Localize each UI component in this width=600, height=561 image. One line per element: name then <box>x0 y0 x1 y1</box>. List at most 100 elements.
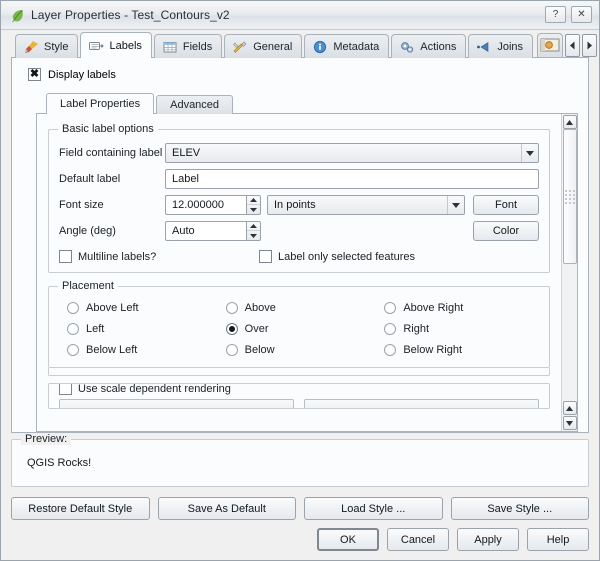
scroll-down-button-upper[interactable] <box>563 401 577 415</box>
angle-value[interactable]: Auto <box>165 221 246 241</box>
radio-button[interactable] <box>226 344 238 356</box>
radio-button[interactable] <box>384 323 396 335</box>
angle-row: Angle (deg) Auto Color <box>59 221 539 241</box>
tab-advanced[interactable]: Advanced <box>156 95 233 114</box>
field-containing-label-combo[interactable]: ELEV <box>165 143 539 163</box>
display-labels-row[interactable]: ✖ Display labels <box>28 68 578 81</box>
color-button[interactable]: Color <box>473 221 539 241</box>
tab-partially-hidden[interactable] <box>537 33 563 57</box>
font-size-spin-buttons[interactable] <box>246 195 261 215</box>
tab-joins[interactable]: Joins <box>468 34 533 58</box>
placement-option-right[interactable]: Right <box>384 323 539 335</box>
gears-icon <box>399 40 415 54</box>
save-style-button[interactable]: Save Style ... <box>451 497 590 520</box>
font-size-units-value: In points <box>274 199 316 211</box>
tab-label-properties[interactable]: Label Properties <box>46 93 154 114</box>
scroll-down-button[interactable] <box>563 416 577 430</box>
tab-metadata[interactable]: Metadata <box>304 34 389 58</box>
vertical-scrollbar[interactable] <box>561 114 577 431</box>
display-labels-checkbox[interactable]: ✖ <box>28 68 41 81</box>
radio-button[interactable] <box>384 302 396 314</box>
tab-actions[interactable]: Actions <box>391 34 466 58</box>
placement-option-below-left[interactable]: Below Left <box>67 344 222 356</box>
placement-option-left[interactable]: Left <box>67 323 222 335</box>
tab-next-button[interactable] <box>582 34 597 57</box>
placement-label: Below Right <box>403 344 462 356</box>
placement-label: Above Right <box>403 302 463 314</box>
title-bar-buttons: ? ✕ <box>545 6 592 23</box>
label-properties-scroll-area: Basic label options Field containing lab… <box>36 114 578 432</box>
tab-fields[interactable]: Fields <box>154 34 222 58</box>
tab-label: Joins <box>497 41 523 53</box>
tab-scroll-controls <box>537 33 597 58</box>
restore-default-style-button[interactable]: Restore Default Style <box>11 497 150 520</box>
placement-option-below[interactable]: Below <box>226 344 381 356</box>
spin-up-icon[interactable] <box>247 196 260 205</box>
default-label-input[interactable]: Label <box>165 169 539 189</box>
radio-button[interactable] <box>226 323 238 335</box>
tab-prev-button[interactable] <box>565 34 580 57</box>
spin-down-icon[interactable] <box>247 205 260 214</box>
close-icon[interactable]: ✕ <box>571 6 592 23</box>
tab-general[interactable]: General <box>224 34 302 58</box>
multiline-labels-row[interactable]: Multiline labels? <box>59 250 259 263</box>
font-button[interactable]: Font <box>473 195 539 215</box>
placement-option-above[interactable]: Above <box>226 302 381 314</box>
field-containing-label-value: ELEV <box>172 147 200 159</box>
tab-style[interactable]: Style <box>15 34 78 58</box>
default-label-row: Default label Label <box>59 169 539 189</box>
angle-stepper[interactable]: Auto <box>165 221 261 241</box>
grip-dots-icon <box>565 190 575 204</box>
tab-label: Metadata <box>333 41 379 53</box>
radio-button[interactable] <box>67 344 79 356</box>
placement-option-below-right[interactable]: Below Right <box>384 344 539 356</box>
apply-button[interactable]: Apply <box>457 528 519 551</box>
tab-labels[interactable]: Labels <box>80 32 151 58</box>
placement-label: Above <box>245 302 276 314</box>
font-size-units-combo[interactable]: In points <box>267 195 465 215</box>
angle-spin-buttons[interactable] <box>246 221 261 241</box>
spin-down-icon[interactable] <box>247 231 260 240</box>
scale-dependent-rendering-row[interactable]: Use scale dependent rendering <box>59 383 231 395</box>
group-legend: Basic label options <box>58 123 158 135</box>
placement-option-above-right[interactable]: Above Right <box>384 302 539 314</box>
label-only-selected-checkbox[interactable] <box>259 250 272 263</box>
scrollbar-track[interactable] <box>563 129 577 401</box>
scrollbar-thumb[interactable] <box>563 129 577 264</box>
help-button[interactable]: Help <box>527 528 589 551</box>
save-as-default-button[interactable]: Save As Default <box>158 497 297 520</box>
placement-option-above-left[interactable]: Above Left <box>67 302 222 314</box>
placement-option-over[interactable]: Over <box>226 323 381 335</box>
radio-button[interactable] <box>226 302 238 314</box>
default-label-caption: Default label <box>59 173 165 185</box>
scale-dependent-rendering-label: Use scale dependent rendering <box>78 383 231 395</box>
font-size-stepper[interactable]: 12.000000 <box>165 195 261 215</box>
placement-label: Right <box>403 323 429 335</box>
inner-tab-bar: Label Properties Advanced <box>22 92 578 114</box>
font-size-value[interactable]: 12.000000 <box>165 195 246 215</box>
radio-button[interactable] <box>67 323 79 335</box>
radio-button[interactable] <box>384 344 396 356</box>
help-titlebar-button[interactable]: ? <box>545 6 566 23</box>
label-only-selected-label: Label only selected features <box>278 251 415 263</box>
group-legend: Placement <box>58 280 118 292</box>
spin-up-icon[interactable] <box>247 222 260 231</box>
label-only-selected-row[interactable]: Label only selected features <box>259 250 415 263</box>
ok-button[interactable]: OK <box>317 528 379 551</box>
scale-dependent-rendering-checkbox[interactable] <box>59 383 72 395</box>
multiline-labels-checkbox[interactable] <box>59 250 72 263</box>
cancel-button[interactable]: Cancel <box>387 528 449 551</box>
scroll-up-button[interactable] <box>563 115 577 129</box>
tab-label: Style <box>44 41 68 53</box>
multiline-labels-label: Multiline labels? <box>78 251 156 263</box>
chevron-down-icon <box>447 196 464 214</box>
preview-legend: Preview: <box>21 433 71 445</box>
preview-group: Preview: QGIS Rocks! <box>11 439 589 487</box>
tab-label: Fields <box>183 41 212 53</box>
clipped-widgets <box>59 399 539 409</box>
scale-dependent-rendering-group: Use scale dependent rendering <box>48 383 550 409</box>
labels-page: ✖ Display labels Label Properties Advanc… <box>11 58 589 433</box>
radio-button[interactable] <box>67 302 79 314</box>
load-style-button[interactable]: Load Style ... <box>304 497 443 520</box>
label-checkboxes-row: Multiline labels? Label only selected fe… <box>59 250 539 263</box>
